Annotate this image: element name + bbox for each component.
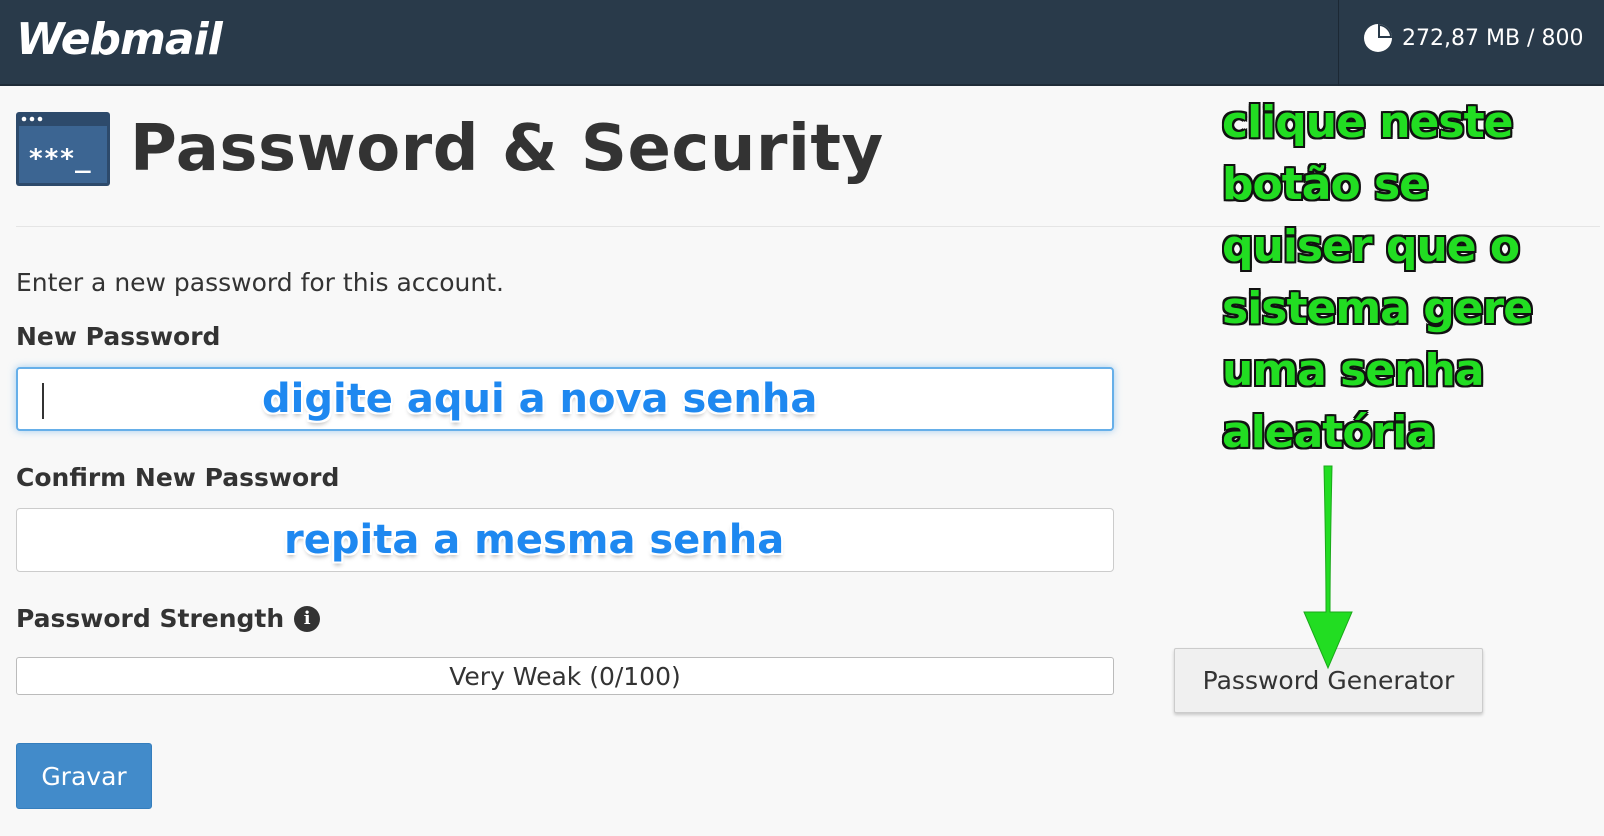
terminal-password-icon: ***_ (16, 112, 110, 186)
intro-text: Enter a new password for this account. (16, 268, 505, 297)
strength-label-text: Password Strength (16, 604, 285, 633)
text-caret (42, 383, 44, 419)
strength-text: Very Weak (0/100) (449, 661, 681, 691)
page-title: Password & Security (130, 112, 884, 186)
top-bar: Webmail 272,87 MB / 800 (0, 0, 1604, 86)
annotation-line: botão se (1222, 159, 1429, 210)
new-password-label-text: New Password (16, 322, 221, 351)
generator-annotation: clique neste botão se quiser que o siste… (1222, 92, 1562, 464)
annotation-line: clique neste (1222, 97, 1513, 148)
confirm-password-label: Confirm New Password (16, 463, 339, 492)
svg-text:***_: ***_ (28, 144, 91, 174)
quota-text: 272,87 MB / 800 (1402, 25, 1584, 51)
topbar-divider (1338, 0, 1339, 86)
annotation-line: quiser que o (1222, 221, 1520, 272)
password-strength-meter: Very Weak (0/100) (16, 657, 1114, 695)
confirm-password-annotation: repita a mesma senha (284, 517, 785, 563)
disk-quota[interactable]: 272,87 MB / 800 (1362, 22, 1583, 54)
save-button[interactable]: Gravar (16, 743, 152, 809)
pie-chart-icon (1364, 24, 1392, 52)
new-password-annotation: digite aqui a nova senha (262, 376, 818, 422)
info-icon[interactable]: i (294, 605, 321, 632)
new-password-label: New Password (16, 322, 220, 351)
password-strength-label: Password Strength i (16, 604, 321, 633)
confirm-password-label-text: Confirm New Password (16, 463, 340, 492)
arrow-down-icon (1303, 465, 1353, 670)
annotation-line: sistema gere (1222, 283, 1533, 334)
annotation-line: aleatória (1222, 407, 1436, 458)
page-header: ***_ Password & Security (16, 112, 884, 186)
annotation-line: uma senha (1222, 345, 1485, 396)
webmail-logo[interactable]: Webmail (16, 14, 223, 65)
